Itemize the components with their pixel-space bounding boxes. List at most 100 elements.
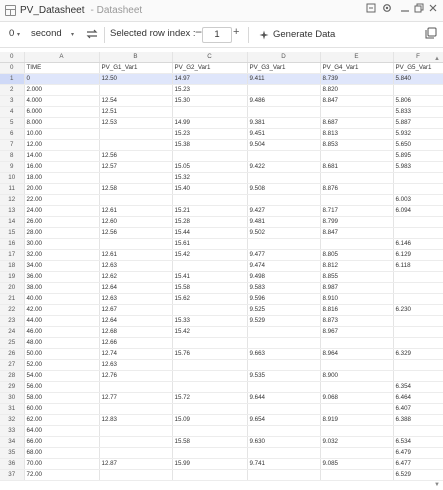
table-cell[interactable]: 12.56: [99, 227, 173, 240]
row-number[interactable]: 9: [0, 161, 25, 174]
table-cell[interactable]: 12.87: [99, 458, 173, 471]
table-cell[interactable]: 9.032: [320, 436, 394, 449]
close-icon[interactable]: [426, 3, 440, 17]
table-cell[interactable]: 6.129: [393, 249, 443, 262]
table-cell[interactable]: [320, 337, 394, 350]
scroll-down-icon[interactable]: ▼: [434, 482, 440, 488]
table-cell[interactable]: [172, 403, 248, 416]
table-row[interactable]: 34 66.00 15.58 9.630 9.032 6.534: [0, 436, 443, 449]
table-cell[interactable]: 28.00: [24, 227, 100, 240]
table-cell[interactable]: [99, 381, 173, 394]
table-cell[interactable]: 6.479: [393, 447, 443, 460]
table-row[interactable]: 5 8.000 12.53 14.99 9.381 8.687 5.887: [0, 117, 443, 130]
table-cell[interactable]: 15.58: [172, 436, 248, 449]
table-row[interactable]: 22 42.00 12.67 9.525 8.816 6.230: [0, 304, 443, 317]
table-cell[interactable]: 12.60: [99, 216, 173, 229]
table-cell[interactable]: PV_G3_Var1: [247, 62, 321, 75]
table-cell[interactable]: 8.847: [320, 95, 394, 108]
table-cell[interactable]: [393, 84, 443, 97]
table-cell[interactable]: 9.741: [247, 458, 321, 471]
table-cell[interactable]: 9.381: [247, 117, 321, 130]
table-cell[interactable]: 12.61: [99, 249, 173, 262]
row-number[interactable]: 37: [0, 469, 25, 482]
table-cell[interactable]: 6.146: [393, 238, 443, 251]
table-cell[interactable]: 9.481: [247, 216, 321, 229]
table-cell[interactable]: 0: [24, 73, 100, 86]
table-cell[interactable]: 18.00: [24, 172, 100, 185]
corner-cell[interactable]: 0: [0, 52, 25, 64]
table-cell[interactable]: 8.919: [320, 414, 394, 427]
table-row[interactable]: 20 38.00 12.64 15.58 9.583 8.987: [0, 282, 443, 295]
table-cell[interactable]: 15.61: [172, 238, 248, 251]
table-cell[interactable]: 14.00: [24, 150, 100, 163]
table-row[interactable]: 0 TIME PV_G1_Var1 PV_G2_Var1 PV_G3_Var1 PV_G4…: [0, 62, 443, 75]
table-row[interactable]: 8 14.00 12.56 5.895: [0, 150, 443, 163]
row-number[interactable]: 3: [0, 95, 25, 108]
table-cell[interactable]: 9.085: [320, 458, 394, 471]
table-cell[interactable]: 15.41: [172, 271, 248, 284]
table-cell[interactable]: 6.464: [393, 392, 443, 405]
table-cell[interactable]: [172, 106, 248, 119]
table-cell[interactable]: 9.654: [247, 414, 321, 427]
table-cell[interactable]: [99, 172, 173, 185]
table-row[interactable]: 12 22.00 6.003: [0, 194, 443, 207]
table-cell[interactable]: [320, 359, 394, 372]
table-cell[interactable]: 12.57: [99, 161, 173, 174]
table-cell[interactable]: [99, 84, 173, 97]
row-number[interactable]: 35: [0, 447, 25, 460]
table-cell[interactable]: 12.77: [99, 392, 173, 405]
table-cell[interactable]: 8.812: [320, 260, 394, 273]
table-cell[interactable]: [99, 447, 173, 460]
table-cell[interactable]: [320, 194, 394, 207]
table-cell[interactable]: 15.21: [172, 205, 248, 218]
table-cell[interactable]: 14.99: [172, 117, 248, 130]
table-cell[interactable]: 15.05: [172, 161, 248, 174]
table-cell[interactable]: 8.000: [24, 117, 100, 130]
minimize-window-icon[interactable]: [398, 3, 412, 17]
table-cell[interactable]: [247, 238, 321, 251]
table-cell[interactable]: 15.72: [172, 392, 248, 405]
increment-button[interactable]: +: [233, 26, 239, 38]
table-cell[interactable]: 8.739: [320, 73, 394, 86]
table-cell[interactable]: 24.00: [24, 205, 100, 218]
table-cell[interactable]: [172, 425, 248, 438]
table-row[interactable]: 28 54.00 12.76 9.535 8.900: [0, 370, 443, 383]
row-number[interactable]: 21: [0, 293, 25, 306]
time-unit-select[interactable]: second: [31, 28, 62, 39]
table-cell[interactable]: 52.00: [24, 359, 100, 372]
row-number[interactable]: 5: [0, 117, 25, 130]
row-number[interactable]: 29: [0, 381, 25, 394]
table-cell[interactable]: 5.932: [393, 128, 443, 141]
table-cell[interactable]: [99, 425, 173, 438]
table-cell[interactable]: 12.64: [99, 315, 173, 328]
column-header-d[interactable]: D: [247, 52, 321, 64]
table-cell[interactable]: [320, 172, 394, 185]
table-cell[interactable]: 6.003: [393, 194, 443, 207]
table-cell[interactable]: 60.00: [24, 403, 100, 416]
minimize-icon[interactable]: [364, 3, 378, 17]
table-cell[interactable]: 9.663: [247, 348, 321, 361]
table-cell[interactable]: [172, 260, 248, 273]
table-cell[interactable]: 6.477: [393, 458, 443, 471]
table-cell[interactable]: [393, 271, 443, 284]
table-cell[interactable]: [247, 194, 321, 207]
table-cell[interactable]: 12.62: [99, 271, 173, 284]
table-cell[interactable]: [99, 469, 173, 482]
table-cell[interactable]: 6.000: [24, 106, 100, 119]
row-number[interactable]: 14: [0, 216, 25, 229]
table-cell[interactable]: [247, 403, 321, 416]
table-cell[interactable]: 34.00: [24, 260, 100, 273]
table-cell[interactable]: [99, 403, 173, 416]
table-cell[interactable]: 15.40: [172, 183, 248, 196]
table-row[interactable]: 4 6.000 12.51 5.833: [0, 106, 443, 119]
table-cell[interactable]: 15.76: [172, 348, 248, 361]
table-row[interactable]: 35 68.00 6.479: [0, 447, 443, 460]
table-cell[interactable]: PV_G4_Var1: [320, 62, 394, 75]
row-number[interactable]: 17: [0, 249, 25, 262]
table-cell[interactable]: [172, 304, 248, 317]
table-cell[interactable]: 6.118: [393, 260, 443, 273]
table-row[interactable]: 33 64.00: [0, 425, 443, 438]
table-cell[interactable]: 12.67: [99, 304, 173, 317]
table-cell[interactable]: [99, 436, 173, 449]
table-cell[interactable]: 68.00: [24, 447, 100, 460]
